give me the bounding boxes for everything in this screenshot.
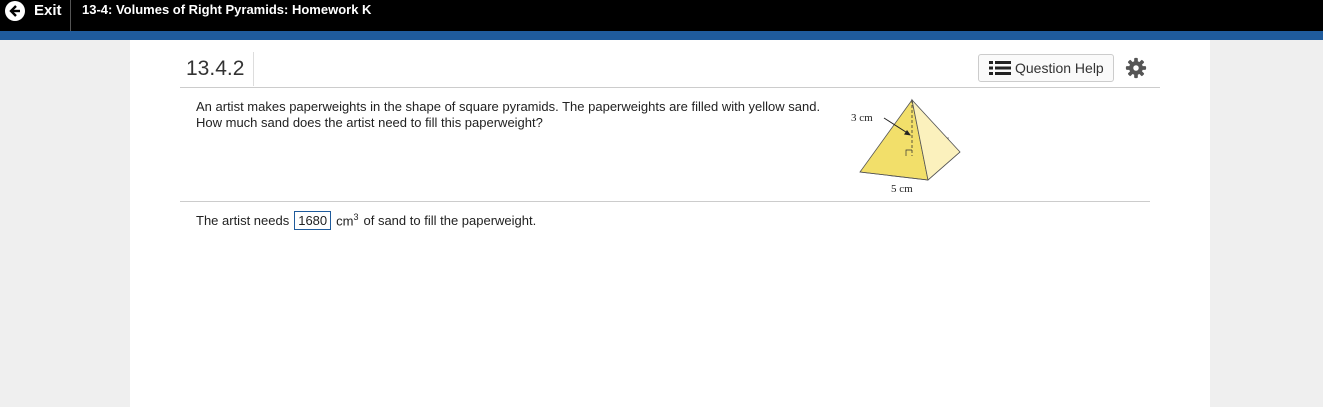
question-number: 13.4.2 (186, 57, 245, 80)
unit-power: 3 (353, 212, 359, 223)
question-panel: 13.4.2 Question Help An artist makes pap… (130, 40, 1210, 407)
answer-divider (180, 201, 1150, 202)
question-help-label: Question Help (1015, 60, 1104, 76)
gear-icon[interactable] (1125, 57, 1147, 79)
exit-label: Exit (34, 2, 62, 19)
height-label: 3 cm (851, 112, 873, 124)
pyramid-figure: 3 cm 5 cm (851, 98, 961, 195)
exit-button[interactable]: Exit (5, 0, 62, 21)
question-help-button[interactable]: Question Help (978, 54, 1114, 82)
answer-unit: cm3 (336, 212, 358, 228)
unit-label: cm (336, 213, 354, 229)
assignment-title: 13-4: Volumes of Right Pyramids: Homewor… (82, 2, 372, 17)
answer-input[interactable]: 1680 (294, 211, 332, 230)
answer-line: The artist needs 1680 cm3 of sand to fil… (196, 211, 536, 230)
question-line-1: An artist makes paperweights in the shap… (196, 99, 821, 114)
answer-suffix: of sand to fill the paperweight. (363, 213, 537, 228)
list-icon (989, 61, 1011, 75)
base-label: 5 cm (891, 183, 913, 195)
question-text: An artist makes paperweights in the shap… (196, 99, 846, 131)
back-arrow-icon (5, 0, 25, 21)
answer-prefix: The artist needs (196, 213, 290, 228)
top-bar: Exit 13-4: Volumes of Right Pyramids: Ho… (0, 0, 1323, 31)
question-line-2: How much sand does the artist need to fi… (196, 115, 543, 130)
topbar-divider (70, 0, 71, 31)
accent-bar (0, 31, 1323, 40)
question-number-divider (253, 52, 254, 86)
header-divider (180, 87, 1160, 88)
